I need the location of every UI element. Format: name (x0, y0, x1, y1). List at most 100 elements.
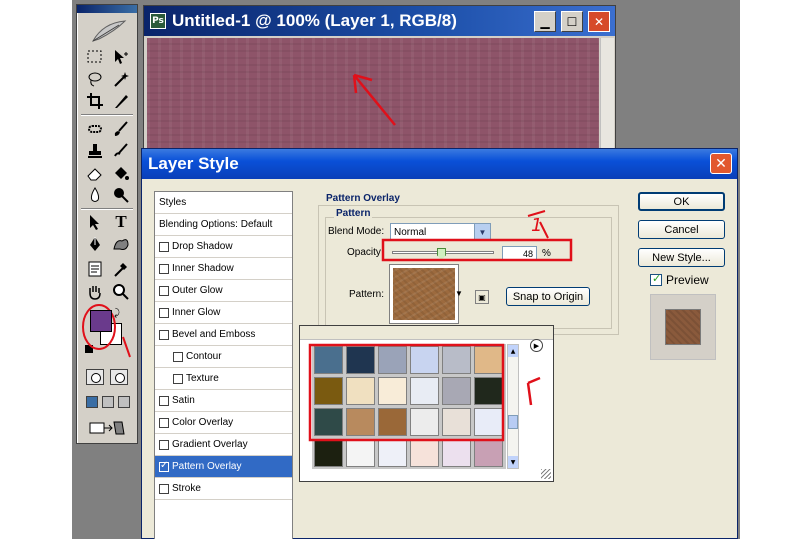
style-item[interactable]: Pattern Overlay (155, 456, 292, 478)
blur-tool-icon[interactable] (84, 185, 106, 205)
pattern-swatch-cell[interactable] (410, 346, 439, 374)
pattern-swatch-cell[interactable] (378, 408, 407, 436)
new-style-button[interactable]: New Style... (638, 248, 725, 267)
brush-tool-icon[interactable] (110, 119, 132, 139)
style-item[interactable]: Drop Shadow (155, 236, 292, 258)
style-item[interactable]: Gradient Overlay (155, 434, 292, 456)
style-item[interactable]: Contour (155, 346, 292, 368)
foreground-color-swatch[interactable] (90, 310, 112, 332)
picker-menu-arrow-icon[interactable]: ▶ (530, 339, 543, 352)
style-checkbox[interactable] (159, 483, 169, 494)
dodge-tool-icon[interactable] (110, 185, 132, 205)
pattern-swatch-cell[interactable] (378, 377, 407, 405)
healing-brush-tool-icon[interactable] (84, 119, 106, 139)
document-canvas[interactable] (147, 38, 599, 164)
feather-logo-icon[interactable] (89, 17, 129, 45)
quick-mask-mode-button[interactable] (110, 369, 128, 385)
custom-shape-tool-icon[interactable] (110, 234, 132, 254)
pen-tool-icon[interactable] (84, 234, 106, 254)
style-checkbox[interactable] (159, 307, 169, 318)
pattern-swatch-cell[interactable] (410, 408, 439, 436)
crop-tool-icon[interactable] (84, 91, 106, 111)
pattern-swatch-cell[interactable] (314, 439, 343, 467)
pattern-swatch-cell[interactable] (346, 408, 375, 436)
pattern-swatch-cell[interactable] (314, 377, 343, 405)
lasso-tool-icon[interactable] (84, 69, 106, 89)
notes-tool-icon[interactable] (84, 259, 106, 279)
scroll-down-arrow-icon[interactable]: ▼ (508, 456, 518, 468)
pattern-swatch-cell[interactable] (474, 408, 503, 436)
style-checkbox[interactable] (159, 395, 169, 406)
pattern-swatch-cell[interactable] (378, 439, 407, 467)
style-item[interactable]: Satin (155, 390, 292, 412)
pattern-swatch-cell[interactable] (442, 408, 471, 436)
style-checkbox[interactable] (159, 285, 169, 296)
blend-mode-select[interactable]: Normal ▼ (390, 223, 491, 241)
minimize-button[interactable]: ▁ (534, 11, 556, 32)
pattern-swatch-cell[interactable] (474, 439, 503, 467)
style-checkbox[interactable] (159, 460, 169, 472)
pattern-swatch-cell[interactable] (474, 346, 503, 374)
path-selection-tool-icon[interactable] (84, 212, 106, 232)
picker-scroll-thumb[interactable] (508, 415, 518, 429)
style-checkbox[interactable] (159, 241, 169, 252)
pattern-swatch-cell[interactable] (442, 377, 471, 405)
style-item[interactable]: Texture (155, 368, 292, 390)
standard-screen-mode-icon[interactable] (86, 396, 98, 408)
style-item[interactable]: Blending Options: Default (155, 214, 292, 236)
magic-wand-tool-icon[interactable] (110, 69, 132, 89)
style-checkbox[interactable] (159, 263, 169, 274)
document-scrollbar[interactable] (600, 38, 614, 164)
marquee-tool-icon[interactable] (84, 47, 106, 67)
ok-button[interactable]: OK (638, 192, 725, 211)
standard-mode-button[interactable] (86, 369, 104, 385)
hand-tool-icon[interactable] (84, 282, 106, 302)
style-item[interactable]: Bevel and Emboss (155, 324, 292, 346)
type-tool-icon[interactable]: T (110, 212, 132, 232)
style-item[interactable]: Stroke (155, 478, 292, 500)
pattern-swatch[interactable] (389, 264, 459, 324)
scroll-up-arrow-icon[interactable]: ▲ (508, 345, 518, 357)
pattern-dropdown-icon[interactable]: ▼ (455, 289, 463, 298)
preview-checkbox[interactable]: Preview (650, 272, 709, 287)
new-preset-icon[interactable]: ▣ (475, 290, 489, 304)
pattern-swatch-cell[interactable] (378, 346, 407, 374)
history-brush-tool-icon[interactable] (110, 141, 132, 161)
style-item[interactable]: Color Overlay (155, 412, 292, 434)
pattern-swatch-cell[interactable] (410, 377, 439, 405)
zoom-tool-icon[interactable] (110, 282, 132, 302)
pattern-swatch-cell[interactable] (314, 408, 343, 436)
styles-header[interactable]: Styles (155, 192, 292, 214)
pattern-swatch-cell[interactable] (346, 346, 375, 374)
toolbox-titlebar[interactable] (77, 5, 137, 13)
eyedropper-tool-icon[interactable] (110, 259, 132, 279)
dialog-close-button[interactable]: ✕ (710, 153, 732, 174)
pattern-swatch-cell[interactable] (346, 377, 375, 405)
opacity-input[interactable]: 48 (502, 246, 537, 261)
style-item[interactable]: Outer Glow (155, 280, 292, 302)
full-screen-mode-icon[interactable] (118, 396, 130, 408)
move-tool-icon[interactable] (110, 47, 132, 67)
document-close-button[interactable]: ✕ (588, 11, 610, 32)
pattern-swatch-cell[interactable] (410, 439, 439, 467)
style-item[interactable]: Inner Shadow (155, 258, 292, 280)
eraser-tool-icon[interactable] (84, 163, 106, 183)
style-checkbox[interactable] (159, 329, 169, 340)
default-colors-icon[interactable] (85, 345, 93, 353)
maximize-button[interactable]: ☐ (561, 11, 583, 32)
style-checkbox[interactable] (173, 373, 183, 384)
pattern-swatch-cell[interactable] (474, 377, 503, 405)
pattern-swatch-cell[interactable] (314, 346, 343, 374)
resize-grip-icon[interactable] (541, 469, 551, 479)
picker-scrollbar[interactable]: ▲ ▼ (507, 344, 519, 469)
full-screen-menu-mode-icon[interactable] (102, 396, 114, 408)
cancel-button[interactable]: Cancel (638, 220, 725, 239)
pattern-swatch-cell[interactable] (442, 346, 471, 374)
style-checkbox[interactable] (173, 351, 183, 362)
style-checkbox[interactable] (159, 439, 169, 450)
dialog-titlebar[interactable]: Layer Style (142, 149, 737, 179)
slice-tool-icon[interactable] (110, 91, 132, 111)
style-checkbox[interactable] (159, 417, 169, 428)
jump-to-imageready-icon[interactable] (88, 418, 128, 438)
pattern-swatch-cell[interactable] (442, 439, 471, 467)
